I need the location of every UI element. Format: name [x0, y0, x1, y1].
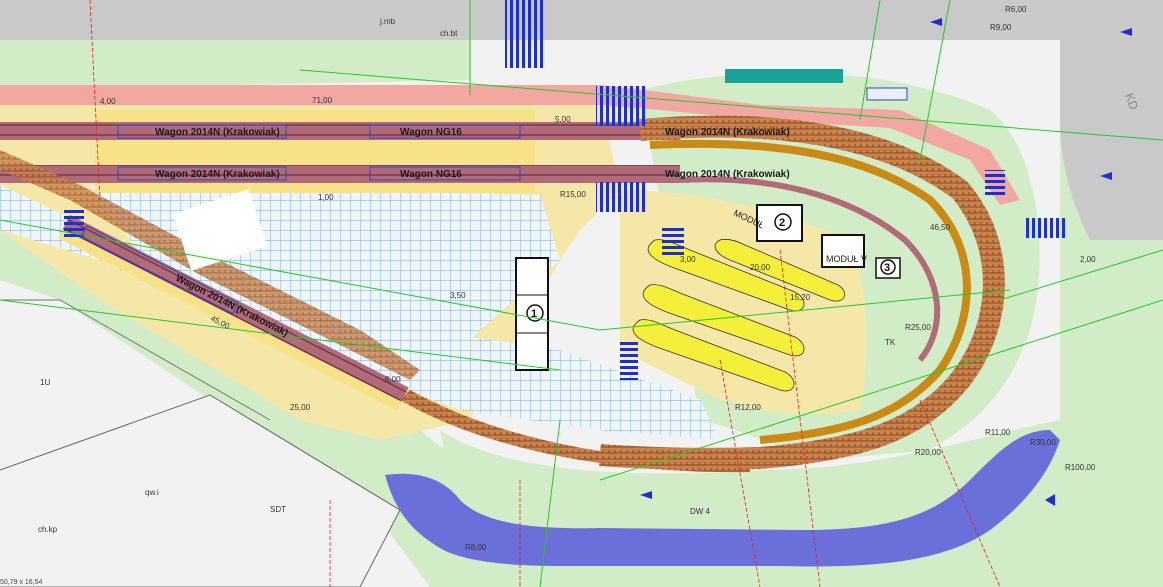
- zebra-crossing-diag: [620, 340, 638, 380]
- wagon-label-top-left: Wagon 2014N (Krakowiak): [155, 127, 280, 138]
- terrain-label: ch.bt: [440, 29, 458, 38]
- wagon-label-loop-b: Wagon 2014N (Krakowiak): [665, 169, 790, 180]
- dim-label: 20,00: [750, 263, 771, 272]
- dim-label: 6,00: [385, 375, 401, 384]
- dim-label: 25,00: [290, 403, 311, 412]
- terrain-label: ch.kp: [38, 525, 58, 534]
- dim-label: 1,00: [318, 193, 334, 202]
- dim-label: 46,50: [930, 223, 951, 232]
- zebra-crossing-loop: [985, 170, 1005, 196]
- dim-label: R15,00: [560, 190, 586, 199]
- dim-label: 2,00: [1080, 255, 1096, 264]
- dim-label: R12,00: [735, 403, 761, 412]
- zebra-crossing-right: [1025, 218, 1065, 238]
- terrain-label: SDT: [270, 505, 286, 514]
- dim-label: R20,00: [915, 448, 941, 457]
- wagon-label-top-right: Wagon NG16: [400, 127, 462, 138]
- platform-strip-b: [95, 110, 535, 122]
- module-3-number: 3: [884, 262, 890, 274]
- dim-label: R9,00: [990, 23, 1012, 32]
- zebra-crossing-left: [64, 210, 84, 240]
- dim-label: 15,20: [790, 293, 811, 302]
- dim-label: R100,00: [1065, 463, 1096, 472]
- terrain-label: j.mb: [379, 17, 396, 26]
- tram-track-middle: [0, 165, 680, 183]
- dim-label: 4,00: [100, 97, 116, 106]
- road-label-dw4: DW 4: [690, 507, 711, 516]
- platform-strip-a: [95, 140, 535, 165]
- dim-label: R8,00: [465, 543, 487, 552]
- teal-structure: [725, 69, 843, 83]
- wagon-label-mid-right: Wagon NG16: [400, 169, 462, 180]
- zebra-crossing-lower: [596, 182, 646, 212]
- road-top: [0, 0, 1163, 40]
- zebra-crossing-bays: [662, 225, 684, 255]
- wagon-label-loop-a: Wagon 2014N (Krakowiak): [665, 127, 790, 138]
- dim-label: 3,00: [680, 255, 696, 264]
- terrain-label: qw.i: [145, 488, 159, 497]
- dim-label: 71,00: [312, 96, 333, 105]
- tram-track-top: [0, 122, 680, 140]
- site-plan-drawing: Wagon 2014N (Krakowiak) Wagon NG16 Wagon…: [0, 0, 1163, 587]
- dim-label: R11,00: [985, 428, 1011, 437]
- dim-label: 5,00: [555, 115, 571, 124]
- platform-strip-c: [95, 183, 535, 193]
- module-label-3: MODUŁ V: [826, 254, 867, 264]
- dim-label: R6,00: [1005, 5, 1027, 14]
- zebra-crossing-top: [505, 0, 545, 68]
- blue-box-top: [866, 87, 908, 101]
- terrain-label: TK: [885, 338, 896, 347]
- status-bar: 50,79 x 16,54: [0, 579, 43, 586]
- dim-label: 3,50: [450, 291, 466, 300]
- terrain-label: 1U: [40, 378, 50, 387]
- zebra-crossing-upper: [596, 86, 646, 126]
- dim-label: R25,00: [905, 323, 931, 332]
- module-1-number: 1: [531, 308, 537, 320]
- wagon-label-mid-left: Wagon 2014N (Krakowiak): [155, 169, 280, 180]
- dim-label: R30,00: [1030, 438, 1056, 447]
- module-2-number: 2: [779, 217, 785, 229]
